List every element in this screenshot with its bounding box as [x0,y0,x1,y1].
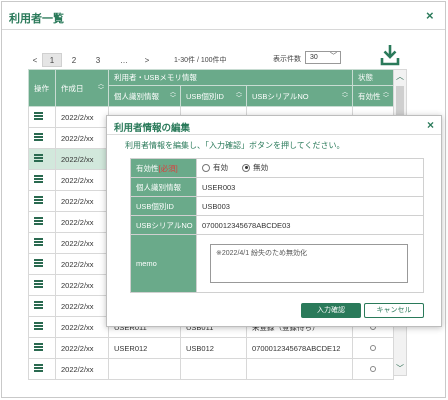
serial-value: 0700012345678ABCDE03 [196,215,424,235]
edit-form: 有効性[必須] 有効 無効 個人識別情報 USER003 USB個別ID USB… [130,158,424,293]
next-page-link[interactable]: > [138,56,156,65]
cell-user: USER012 [108,337,181,359]
user-id-label: 個人識別情報 [130,177,197,197]
row-menu-icon[interactable] [28,148,56,170]
page-link-2[interactable]: 2 [62,56,86,65]
memo-label: memo [130,234,197,293]
radio-circle-checked[interactable] [242,163,251,172]
col-serial[interactable]: USBシリアルNO ︿ ﹀ [246,85,353,107]
scroll-up-icon[interactable]: ︿ [394,71,406,82]
radio-circle[interactable] [202,163,210,172]
validity-field: 有効 無効 [196,158,424,178]
cell-date: 2022/2/xx [55,295,109,317]
page-ellipsis: … [120,55,128,65]
per-page-label: 表示件数 [273,56,301,63]
row-menu-icon[interactable] [28,169,56,191]
table-row[interactable]: 2022/2/xx USER012 USB012 0700012345678AB… [28,337,394,359]
per-page-select[interactable]: 30 ﹀ [305,51,341,64]
memo-textarea[interactable]: ※2022/4/1 紛失のため無効化 [210,244,408,283]
dialog-title: 利用者情報の編集 [114,123,191,134]
pagination: < 1 2 3 … > [28,53,156,67]
cell-date: 2022/2/xx [55,190,109,212]
validity-radio[interactable] [370,344,376,351]
row-menu-icon[interactable] [28,316,56,338]
cell-date: 2022/2/xx [55,148,109,170]
row-menu-icon[interactable] [28,358,56,380]
cell-date: 2022/2/xx [55,106,109,128]
sort-icon[interactable]: ︿ ﹀ [342,90,348,102]
col-group-status: 状態 [352,69,394,86]
window-header: 利用者一覧 × [2,2,445,30]
row-menu-icon[interactable] [28,127,56,149]
col-validity[interactable]: 有効性 ︿ ﹀ [352,85,394,107]
cell-usb [180,358,247,380]
row-menu-icon[interactable] [28,211,56,233]
col-group-user-usb: 利用者・USBメモリ情報 [108,69,353,86]
page-link-3[interactable]: 3 [86,56,110,65]
sort-icon[interactable]: ︿ ﹀ [236,90,242,102]
cell-usb: USB012 [180,337,247,359]
chevron-down-icon: ﹀ [330,53,337,60]
row-menu-icon[interactable] [28,274,56,296]
row-menu-icon[interactable] [28,190,56,212]
col-created[interactable]: 作成日 ︿ ﹀ [55,69,109,107]
cell-valid[interactable] [352,358,394,380]
cell-serial: 0700012345678ABCDE12 [246,337,353,359]
close-icon[interactable]: × [427,119,434,131]
window-title: 利用者一覧 [9,13,64,25]
col-action: 操作 [28,69,56,107]
usb-id-label: USB個別ID [130,196,197,216]
usb-id-value: USB003 [196,196,424,216]
row-menu-icon[interactable] [28,337,56,359]
cell-date: 2022/2/xx [55,253,109,275]
cancel-button[interactable]: キャンセル [364,303,424,318]
sort-icon[interactable]: ︿ ﹀ [98,82,104,94]
result-range: 1-30件 / 100件中 [174,57,227,64]
cell-user [108,358,181,380]
cell-date: 2022/2/xx [55,316,109,338]
per-page-value: 30 [310,54,318,61]
radio-invalid[interactable]: 無効 [242,162,268,173]
radio-valid[interactable]: 有効 [202,162,228,173]
col-usb-id[interactable]: USB個別ID ︿ ﹀ [180,85,247,107]
scroll-down-icon[interactable]: ﹀ [394,363,406,374]
required-mark: [必須] [158,163,178,173]
table-row[interactable]: 2022/2/xx [28,358,394,380]
download-icon[interactable] [380,44,400,66]
validity-radio[interactable] [370,365,376,372]
row-menu-icon[interactable] [28,232,56,254]
row-menu-icon[interactable] [28,295,56,317]
memo-cell: ※2022/4/1 紛失のため無効化 [196,234,424,293]
row-menu-icon[interactable] [28,106,56,128]
cell-serial [246,358,353,380]
cell-date: 2022/2/xx [55,169,109,191]
dialog-description: 利用者情報を編集し、「入力確認」ボタンを押してください。 [125,141,345,150]
cell-date: 2022/2/xx [55,358,109,380]
col-user-id[interactable]: 個人識別情報 ︿ ﹀ [108,85,181,107]
close-icon[interactable]: × [426,9,434,22]
dialog-header: 利用者情報の編集 × [107,116,441,135]
prev-page-link[interactable]: < [28,56,42,65]
cell-date: 2022/2/xx [55,211,109,233]
cell-date: 2022/2/xx [55,274,109,296]
cell-valid[interactable] [352,337,394,359]
sort-icon[interactable]: ︿ ﹀ [170,90,176,102]
cell-date: 2022/2/xx [55,232,109,254]
serial-label: USBシリアルNO [130,215,197,235]
cell-date: 2022/2/xx [55,337,109,359]
validity-label: 有効性[必須] [130,158,197,178]
cell-date: 2022/2/xx [55,127,109,149]
edit-user-dialog: 利用者情報の編集 × 利用者情報を編集し、「入力確認」ボタンを押してください。 … [106,115,442,327]
user-id-value: USER003 [196,177,424,197]
sort-icon[interactable]: ︿ ﹀ [383,90,389,102]
confirm-button[interactable]: 入力確認 [301,303,361,318]
row-menu-icon[interactable] [28,253,56,275]
page-link-1[interactable]: 1 [42,53,62,67]
